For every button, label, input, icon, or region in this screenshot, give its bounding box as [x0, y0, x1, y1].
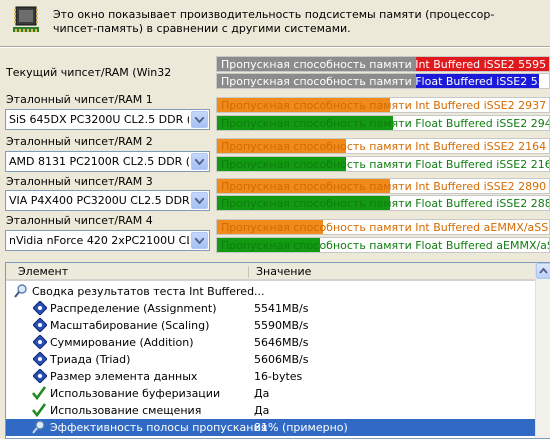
- scroll-up-button[interactable]: [536, 263, 550, 279]
- reference-1-int-text: Пропускная способность памяти Int Buffer…: [221, 99, 550, 112]
- current-float-bar: Пропускная способность памяти Float Buff…: [216, 73, 550, 89]
- list-item-name: Распределение (Assignment): [50, 302, 217, 315]
- reference-4-select[interactable]: nVidia nForce 420 2xPC2100U CL2.5 I: [5, 230, 210, 251]
- list-item-value: Да: [254, 404, 270, 417]
- list-item[interactable]: Использование смещения Да: [6, 402, 536, 419]
- diamond-info-icon: [33, 369, 47, 383]
- reference-2-int-text: Пропускная способность памяти Int Buffer…: [221, 140, 550, 153]
- list-item[interactable]: Размер элемента данных 16-bytes: [6, 368, 536, 385]
- reference-1-label: Эталонный чипсет/RAM 1: [6, 93, 153, 106]
- list-item-name: Использование смещения: [50, 404, 202, 417]
- magnifier-icon: [32, 420, 45, 434]
- reference-2-select[interactable]: AMD 8131 PC2100R CL2.5 DDR (AMD: [5, 151, 210, 172]
- column-separator[interactable]: [248, 266, 249, 278]
- current-float-text: Пропускная способность памяти Float Buff…: [221, 75, 549, 88]
- diamond-info-icon: [33, 335, 47, 349]
- reference-1-value: SiS 645DX PC3200U CL2.5 DDR (Intel: [9, 113, 189, 126]
- reference-1-float-bar: Пропускная способность памяти Float Buff…: [216, 115, 550, 131]
- list-item-value: Да: [254, 387, 270, 400]
- diamond-info-icon: [33, 301, 47, 315]
- reference-4-value: nVidia nForce 420 2xPC2100U CL2.5 I: [9, 234, 189, 247]
- reference-4-float-bar: Пропускная способность памяти Float Buff…: [216, 237, 550, 253]
- list-item-value: 5646MB/s: [254, 336, 309, 349]
- reference-3-float-text: Пропускная способность памяти Float Buff…: [221, 197, 549, 210]
- dropdown-arrow-icon[interactable]: [191, 111, 208, 128]
- reference-3-select[interactable]: VIA P4X400 PC3200U CL2.5 DDR (Int: [5, 190, 210, 211]
- reference-1-int-bar: Пропускная способность памяти Int Buffer…: [216, 97, 550, 113]
- reference-4-int-bar: Пропускная способность памяти Int Buffer…: [216, 219, 550, 235]
- reference-2-float-text: Пропускная способность памяти Float Buff…: [221, 158, 549, 171]
- list-item[interactable]: Триада (Triad) 5606MB/s: [6, 351, 536, 368]
- list-item[interactable]: Масштабирование (Scaling) 5590MB/s: [6, 317, 536, 334]
- list-item-value: 5541MB/s: [254, 302, 309, 315]
- column-header-element[interactable]: Элемент: [18, 265, 68, 278]
- list-item-selected[interactable]: Эффективность полосы пропускания 81% (пр…: [6, 419, 536, 436]
- diamond-info-icon: [33, 318, 47, 332]
- column-header-value[interactable]: Значение: [256, 265, 311, 278]
- header-divider: [0, 46, 550, 48]
- dropdown-arrow-icon[interactable]: [191, 232, 208, 249]
- list-item-name: Эффективность полосы пропускания: [50, 421, 268, 434]
- reference-4-float-text: Пропускная способность памяти Float Buff…: [221, 239, 549, 252]
- list-header: Элемент Значение: [6, 263, 550, 281]
- checkmark-icon: [32, 403, 46, 417]
- dropdown-arrow-icon[interactable]: [191, 192, 208, 209]
- reference-1-float-text: Пропускная способность памяти Float Buff…: [221, 117, 549, 130]
- arrow-up-icon: [539, 267, 548, 274]
- reference-3-float-bar: Пропускная способность памяти Float Buff…: [216, 195, 550, 211]
- list-item-name: Сводка результатов теста Int Buffered...: [32, 285, 265, 298]
- reference-4-label: Эталонный чипсет/RAM 4: [6, 214, 153, 227]
- dropdown-arrow-icon[interactable]: [191, 153, 208, 170]
- current-int-text: Пропускная способность памяти Int Buffer…: [221, 58, 550, 71]
- list-item-name: Использование буферизации: [50, 387, 221, 400]
- reference-2-int-bar: Пропускная способность памяти Int Buffer…: [216, 138, 550, 154]
- list-item-name: Масштабирование (Scaling): [50, 319, 210, 332]
- list-item-name: Суммирование (Addition): [50, 336, 194, 349]
- diamond-info-icon: [33, 352, 47, 366]
- reference-2-value: AMD 8131 PC2100R CL2.5 DDR (AMD: [9, 155, 189, 168]
- reference-3-int-bar: Пропускная способность памяти Int Buffer…: [216, 178, 550, 194]
- results-list[interactable]: Элемент Значение Сводка результатов тест…: [5, 262, 550, 439]
- list-item-name: Триада (Triad): [50, 353, 131, 366]
- list-item[interactable]: Сводка результатов теста Int Buffered...: [6, 283, 536, 300]
- list-item-name: Размер элемента данных: [50, 370, 198, 383]
- magnifier-icon: [14, 284, 27, 298]
- current-int-bar: Пропускная способность памяти Int Buffer…: [216, 56, 550, 72]
- checkmark-icon: [32, 386, 46, 400]
- header: Это окно показывает производительность п…: [0, 0, 550, 44]
- header-description: Это окно показывает производительность п…: [53, 8, 495, 35]
- reference-2-float-bar: Пропускная способность памяти Float Buff…: [216, 156, 550, 172]
- list-item-value: 81% (примерно): [254, 421, 348, 434]
- list-item-value: 5590MB/s: [254, 319, 309, 332]
- reference-2-label: Эталонный чипсет/RAM 2: [6, 135, 153, 148]
- memory-chip-icon: [13, 6, 39, 32]
- reference-3-label: Эталонный чипсет/RAM 3: [6, 175, 153, 188]
- reference-3-int-text: Пропускная способность памяти Int Buffer…: [221, 180, 550, 193]
- reference-3-value: VIA P4X400 PC3200U CL2.5 DDR (Int: [9, 194, 189, 207]
- current-chipset-label: Текущий чипсет/RAM (Win32: [6, 66, 172, 79]
- reference-1-select[interactable]: SiS 645DX PC3200U CL2.5 DDR (Intel: [5, 109, 210, 130]
- list-item-value: 16-bytes: [254, 370, 303, 383]
- list-item[interactable]: Использование буферизации Да: [6, 385, 536, 402]
- list-item-value: 5606MB/s: [254, 353, 309, 366]
- vertical-scrollbar[interactable]: [535, 263, 550, 438]
- list-item[interactable]: Распределение (Assignment) 5541MB/s: [6, 300, 536, 317]
- list-item[interactable]: Суммирование (Addition) 5646MB/s: [6, 334, 536, 351]
- reference-4-int-text: Пропускная способность памяти Int Buffer…: [221, 221, 550, 234]
